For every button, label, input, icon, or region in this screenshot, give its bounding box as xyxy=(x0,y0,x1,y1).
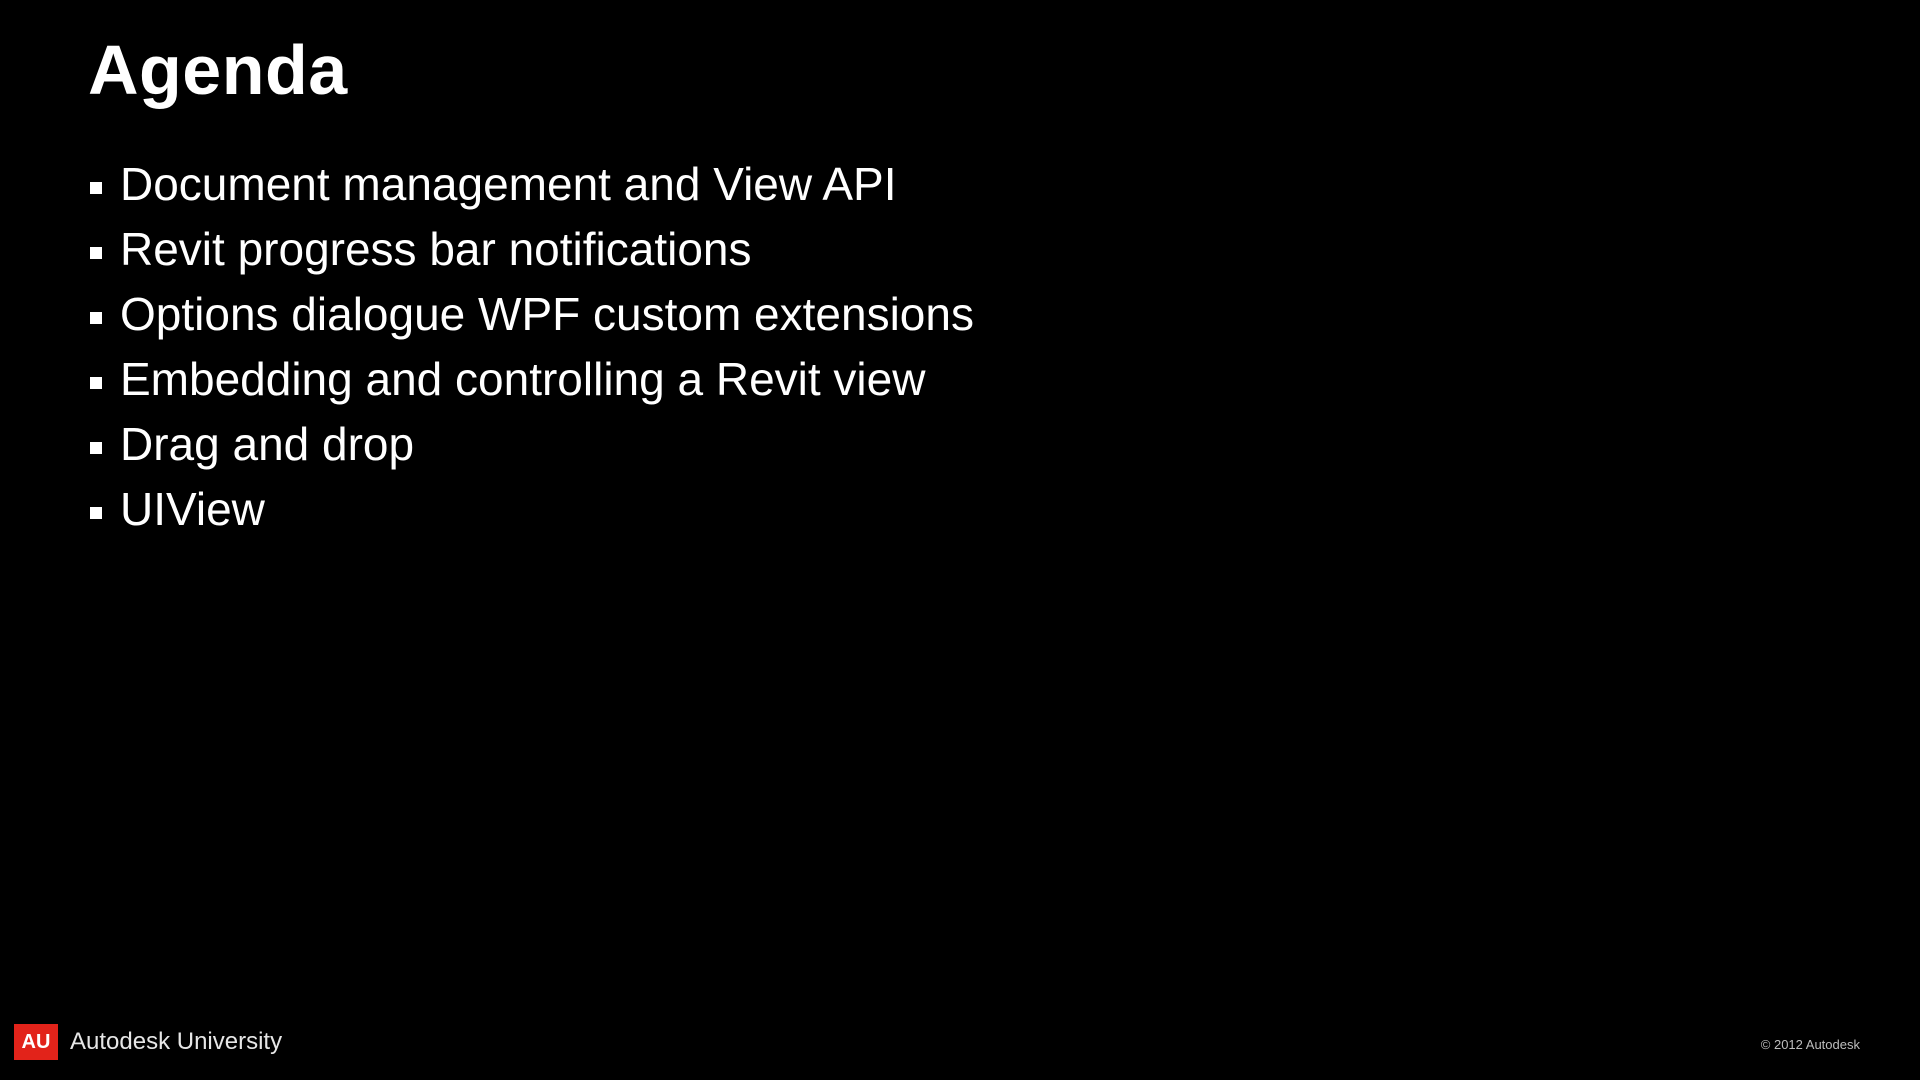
list-item: Document management and View API xyxy=(90,152,974,217)
bullet-list: Document management and View API Revit p… xyxy=(90,152,974,542)
bullet-text: UIView xyxy=(120,484,265,535)
bullet-icon xyxy=(90,442,102,454)
au-logo-icon: AU xyxy=(14,1024,58,1060)
list-item: Drag and drop xyxy=(90,412,974,477)
slide-title: Agenda xyxy=(88,30,348,110)
list-item: Revit progress bar notifications xyxy=(90,217,974,282)
footer-left: AU Autodesk University xyxy=(14,1024,282,1060)
bullet-text: Embedding and controlling a Revit view xyxy=(120,354,925,405)
bullet-text: Options dialogue WPF custom extensions xyxy=(120,289,974,340)
list-item: UIView xyxy=(90,477,974,542)
list-item: Options dialogue WPF custom extensions xyxy=(90,282,974,347)
bullet-text: Document management and View API xyxy=(120,159,897,210)
list-item: Embedding and controlling a Revit view xyxy=(90,347,974,412)
bullet-icon xyxy=(90,247,102,259)
footer-brand-text: Autodesk University xyxy=(70,1028,282,1056)
bullet-icon xyxy=(90,182,102,194)
bullet-text: Drag and drop xyxy=(120,419,414,470)
bullet-icon xyxy=(90,312,102,324)
slide: Agenda Document management and View API … xyxy=(0,0,1920,1080)
copyright-text: © 2012 Autodesk xyxy=(1761,1037,1860,1052)
bullet-icon xyxy=(90,507,102,519)
bullet-text: Revit progress bar notifications xyxy=(120,224,752,275)
bullet-icon xyxy=(90,377,102,389)
